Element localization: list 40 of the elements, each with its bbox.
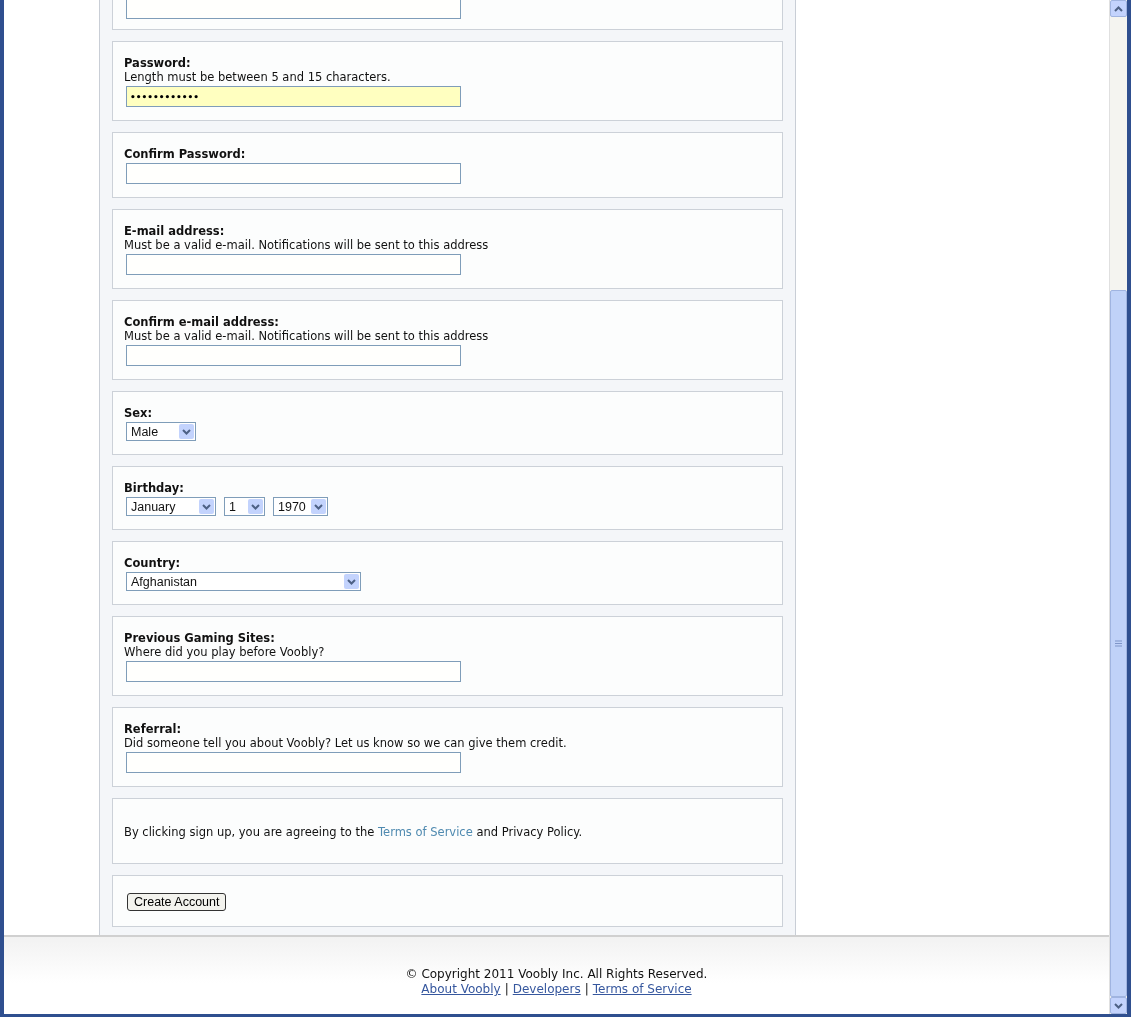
grip-icon — [1115, 640, 1122, 647]
scroll-down-button[interactable] — [1110, 997, 1127, 1014]
field-label: Sex: — [124, 406, 154, 420]
input-field[interactable] — [126, 254, 461, 275]
field-hint: Must be a valid e-mail. Notifications will be sent to this address — [124, 329, 490, 343]
create-account-button[interactable]: Create Account — [127, 892, 227, 911]
input-field[interactable] — [126, 0, 461, 19]
terms-link[interactable]: Terms of Service — [378, 824, 473, 839]
footer-link[interactable]: Terms of Service — [592, 982, 692, 997]
terms-notice: By clicking sign up, you are agreeing to the Terms of Service and Privacy Policy. — [124, 823, 584, 840]
field-label: Previous Gaming Sites: — [124, 631, 276, 645]
separator: | — [504, 982, 509, 997]
password-field[interactable] — [126, 163, 461, 184]
field-label: Country: — [124, 556, 181, 570]
select-field[interactable]: Afghanistan — [126, 572, 361, 591]
field-label: Password: — [124, 56, 192, 70]
copyright-text: © Copyright 2011 Voobly Inc. All Rights Reserved. — [405, 967, 708, 982]
field-hint: Length must be between 5 and 15 characters. — [124, 70, 392, 84]
scroll-thumb[interactable] — [1110, 290, 1127, 997]
select-field[interactable]: 1970 — [273, 497, 328, 516]
password-field[interactable]: •••••••••••• — [126, 86, 461, 107]
select-field[interactable]: January — [126, 497, 216, 516]
field-hint: Did someone tell you about Voobly? Let us know so we can give them credit. — [124, 736, 568, 750]
field-label: Referral: — [124, 722, 183, 736]
footer-link[interactable]: About Voobly — [421, 982, 501, 997]
scroll-up-button[interactable] — [1110, 0, 1127, 17]
input-field[interactable] — [126, 345, 461, 366]
field-hint: Must be a valid e-mail. Notifications will be sent to this address — [124, 238, 490, 252]
footer-link[interactable]: Developers — [512, 982, 581, 997]
field-hint: Where did you play before Voobly? — [124, 645, 326, 659]
input-field[interactable] — [126, 752, 461, 773]
field-label: E-mail address: — [124, 224, 226, 238]
select-field[interactable]: Male — [126, 422, 196, 441]
scrollbar[interactable] — [1109, 0, 1127, 1014]
field-label: Birthday: — [124, 481, 185, 495]
field-label: Confirm Password: — [124, 147, 247, 161]
select-field[interactable]: 1 — [224, 497, 265, 516]
field-label: Confirm e-mail address: — [124, 315, 280, 329]
separator: | — [584, 982, 589, 997]
input-field[interactable] — [126, 661, 461, 682]
